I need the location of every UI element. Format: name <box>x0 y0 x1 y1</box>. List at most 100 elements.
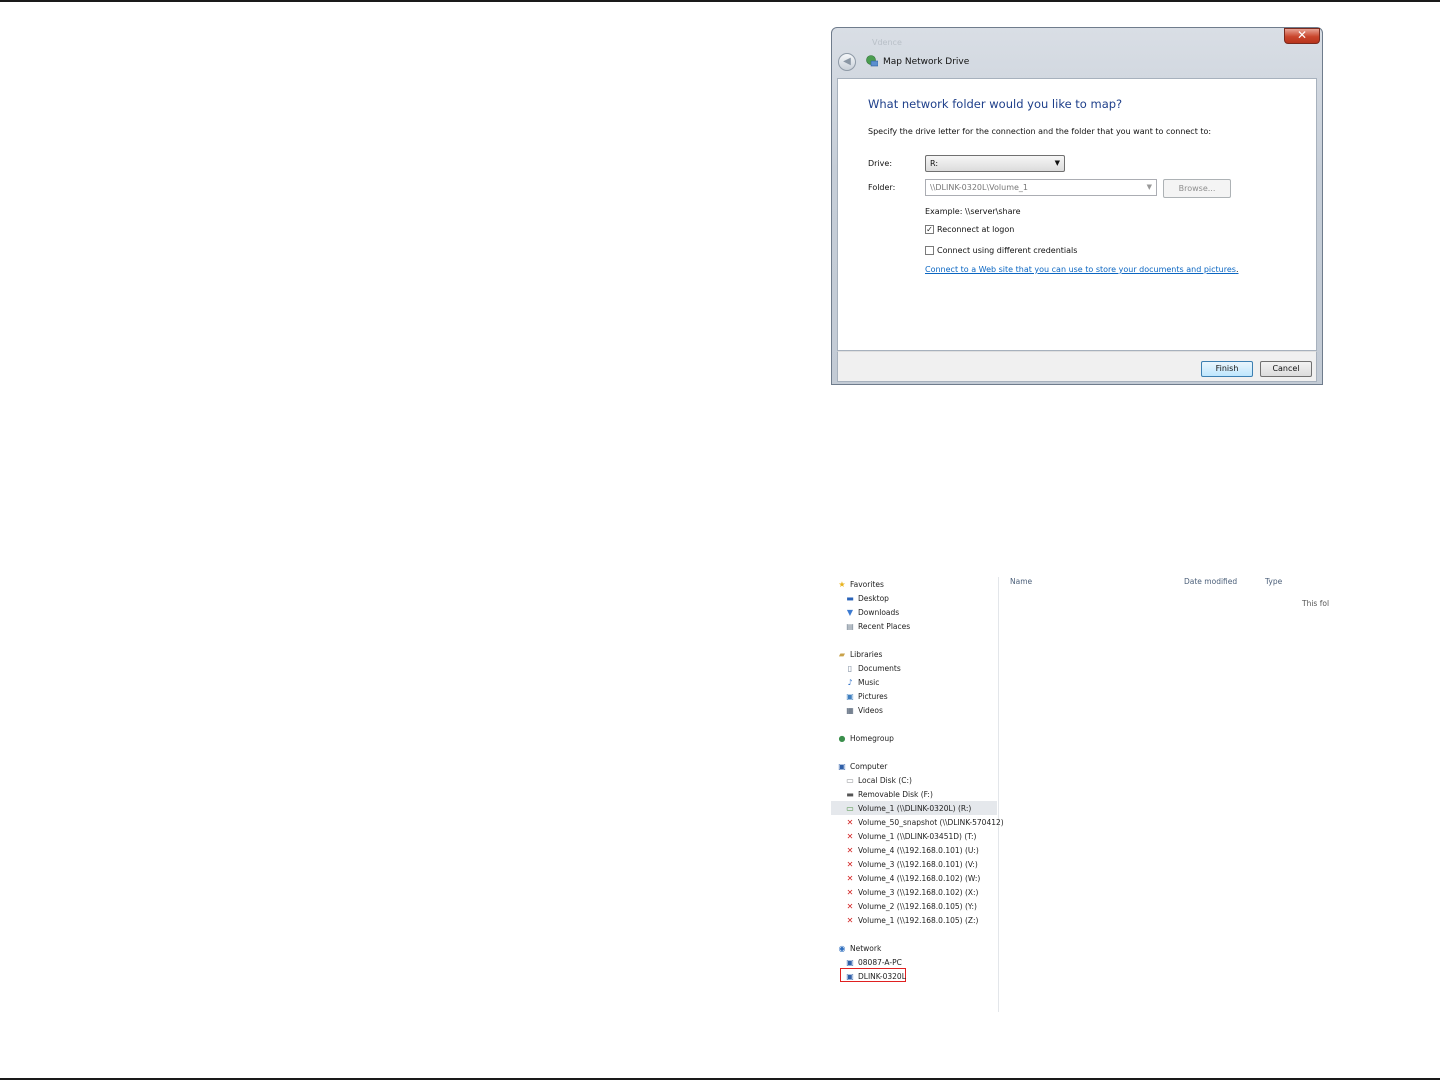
nav-item-desktop[interactable]: ▬ Desktop <box>845 592 889 604</box>
nav-item-dlink-0320l[interactable]: ▣ DLINK-0320L <box>845 970 906 982</box>
map-network-drive-dialog: ✕ Vdence ◀ Map Network Drive What networ… <box>831 27 1323 385</box>
drive-label: Drive: <box>868 159 893 168</box>
disconnected-drive-icon: ✕ <box>846 845 854 855</box>
downloads-icon: ▼ <box>846 607 854 617</box>
pc-icon: ▣ <box>846 957 854 967</box>
dropdown-arrow-icon: ▼ <box>1146 183 1152 191</box>
nav-item-volume-3-192-168-0-102-x[interactable]: ✕ Volume_3 (\\192.168.0.102) (X:) <box>845 886 979 898</box>
bottom-rule <box>0 1078 1440 1080</box>
homegroup-icon: ● <box>838 733 846 743</box>
nav-item-volume-4-192-168-0-101-u[interactable]: ✕ Volume_4 (\\192.168.0.101) (U:) <box>845 844 979 856</box>
credentials-row[interactable]: Connect using different credentials <box>925 246 1077 255</box>
nav-item-label: Volume_2 (\\192.168.0.105) (Y:) <box>858 901 977 911</box>
nav-item-label: Favorites <box>850 579 884 589</box>
nav-item-volume-2-192-168-0-105-y[interactable]: ✕ Volume_2 (\\192.168.0.105) (Y:) <box>845 900 977 912</box>
nav-item-label: Removable Disk (F:) <box>858 789 933 799</box>
web-site-link[interactable]: Connect to a Web site that you can use t… <box>925 265 1238 274</box>
nav-item-documents[interactable]: ▯ Documents <box>845 662 901 674</box>
nav-item-label: Volume_50_snapshot (\\DLINK-570412) <box>858 817 1004 827</box>
folder-label: Folder: <box>868 183 896 192</box>
nav-item-music[interactable]: ♪ Music <box>845 676 879 688</box>
nav-item-label: Volume_1 (\\DLINK-03451D) (T:) <box>858 831 977 841</box>
pc-icon: ▣ <box>846 971 854 981</box>
documents-icon: ▯ <box>847 663 853 673</box>
nav-item-volume-50-snapshot-dlink-570412[interactable]: ✕ Volume_50_snapshot (\\DLINK-570412) <box>845 816 1004 828</box>
nav-item-removable-disk-f[interactable]: ▬ Removable Disk (F:) <box>845 788 933 800</box>
reconnect-checkbox[interactable]: ✓ <box>925 225 934 234</box>
instruction-text: Specify the drive letter for the connect… <box>868 127 1212 136</box>
nav-item-label: Recent Places <box>858 621 911 631</box>
nav-item-label: Downloads <box>858 607 900 617</box>
nav-item-label: Volume_4 (\\192.168.0.102) (W:) <box>858 873 981 883</box>
close-button[interactable]: ✕ <box>1284 28 1320 44</box>
disconnected-drive-icon: ✕ <box>846 901 854 911</box>
disconnected-drive-icon: ✕ <box>846 873 854 883</box>
nav-item-recent-places[interactable]: ▤ Recent Places <box>845 620 910 632</box>
nav-item-volume-4-192-168-0-102-w[interactable]: ✕ Volume_4 (\\192.168.0.102) (W:) <box>845 872 981 884</box>
nav-group-network[interactable]: ◉ Network <box>837 942 882 954</box>
disconnected-drive-icon: ✕ <box>846 915 854 925</box>
nav-item-label: Volume_1 (\\192.168.0.105) (Z:) <box>858 915 979 925</box>
browse-button[interactable]: Browse... <box>1163 179 1231 198</box>
disconnected-drive-icon: ✕ <box>846 859 854 869</box>
nav-item-label: Volume_3 (\\192.168.0.102) (X:) <box>858 887 979 897</box>
dialog-footer: Finish Cancel <box>837 351 1317 382</box>
network-drive-icon: ▭ <box>846 803 854 813</box>
column-header-date-modified[interactable]: Date modified <box>1184 577 1237 586</box>
nav-item-videos[interactable]: ▦ Videos <box>845 704 883 716</box>
example-text: Example: \\server\share <box>925 207 1021 216</box>
removable-disk-icon: ▬ <box>846 789 854 799</box>
drive-select[interactable]: R: ▼ <box>925 155 1065 172</box>
finish-button[interactable]: Finish <box>1201 361 1253 377</box>
pictures-icon: ▣ <box>846 691 854 701</box>
drive-value: R: <box>930 159 939 168</box>
background-window-title: Vdence <box>872 38 902 47</box>
computer-icon: ▣ <box>838 761 846 771</box>
nav-item-label: Videos <box>858 705 883 715</box>
nav-item-label: 08087-A-PC <box>858 957 902 967</box>
nav-group-libraries[interactable]: ▰ Libraries <box>837 648 882 660</box>
nav-item-label: Local Disk (C:) <box>858 775 912 785</box>
disconnected-drive-icon: ✕ <box>846 831 854 841</box>
credentials-label: Connect using different credentials <box>937 246 1078 255</box>
nav-item-label: Music <box>858 677 880 687</box>
disconnected-drive-icon: ✕ <box>846 887 854 897</box>
dialog-body: What network folder would you like to ma… <box>837 78 1317 351</box>
network-icon: ◉ <box>838 943 846 953</box>
folder-input[interactable]: \\DLINK-0320L\Volume_1 ▼ <box>925 179 1157 196</box>
nav-item-08087-a-pc[interactable]: ▣ 08087-A-PC <box>845 956 902 968</box>
navigation-pane: ★ Favorites ▬ Desktop ▼ Downloads ▤ Recent Plac… <box>831 577 1004 1012</box>
folder-value: \\DLINK-0320L\Volume_1 <box>930 183 1028 192</box>
nav-item-label: Computer <box>850 761 888 771</box>
credentials-checkbox[interactable] <box>925 246 934 255</box>
cancel-button[interactable]: Cancel <box>1260 361 1312 377</box>
reconnect-row[interactable]: ✓ Reconnect at logon <box>925 225 1014 234</box>
nav-item-pictures[interactable]: ▣ Pictures <box>845 690 887 702</box>
nav-item-volume-1-dlink-03451d-t[interactable]: ✕ Volume_1 (\\DLINK-03451D) (T:) <box>845 830 977 842</box>
nav-item-label: Libraries <box>850 649 883 659</box>
column-header-name[interactable]: Name <box>1010 577 1032 586</box>
nav-item-volume-1-dlink-0320l-r[interactable]: ▭ Volume_1 (\\DLINK-0320L) (R:) <box>845 802 971 814</box>
dialog-title: Map Network Drive <box>883 57 970 67</box>
nav-item-downloads[interactable]: ▼ Downloads <box>845 606 899 618</box>
dropdown-arrow-icon: ▼ <box>1054 159 1060 167</box>
nav-group-homegroup[interactable]: ● Homegroup <box>837 732 894 744</box>
nav-item-volume-1-192-168-0-105-z[interactable]: ✕ Volume_1 (\\192.168.0.105) (Z:) <box>845 914 979 926</box>
music-icon: ♪ <box>847 677 853 687</box>
reconnect-label: Reconnect at logon <box>937 225 1015 234</box>
column-header-type[interactable]: Type <box>1265 577 1282 586</box>
explorer-window: Name Date modified Type This fol ★ Favori… <box>831 577 1330 1012</box>
desktop-icon: ▬ <box>846 593 854 603</box>
nav-item-label: Volume_3 (\\192.168.0.101) (V:) <box>858 859 978 869</box>
back-button[interactable]: ◀ <box>838 53 856 71</box>
network-drive-icon <box>866 55 878 67</box>
nav-item-volume-3-192-168-0-101-v[interactable]: ✕ Volume_3 (\\192.168.0.101) (V:) <box>845 858 978 870</box>
libraries-icon: ▰ <box>838 649 846 659</box>
nav-group-computer[interactable]: ▣ Computer <box>837 760 887 772</box>
disconnected-drive-icon: ✕ <box>846 817 854 827</box>
nav-item-local-disk-c[interactable]: ▭ Local Disk (C:) <box>845 774 912 786</box>
nav-item-label: Volume_4 (\\192.168.0.101) (U:) <box>858 845 979 855</box>
nav-item-label: Homegroup <box>850 733 894 743</box>
nav-group-favorites[interactable]: ★ Favorites <box>837 578 884 590</box>
videos-icon: ▦ <box>846 705 854 715</box>
